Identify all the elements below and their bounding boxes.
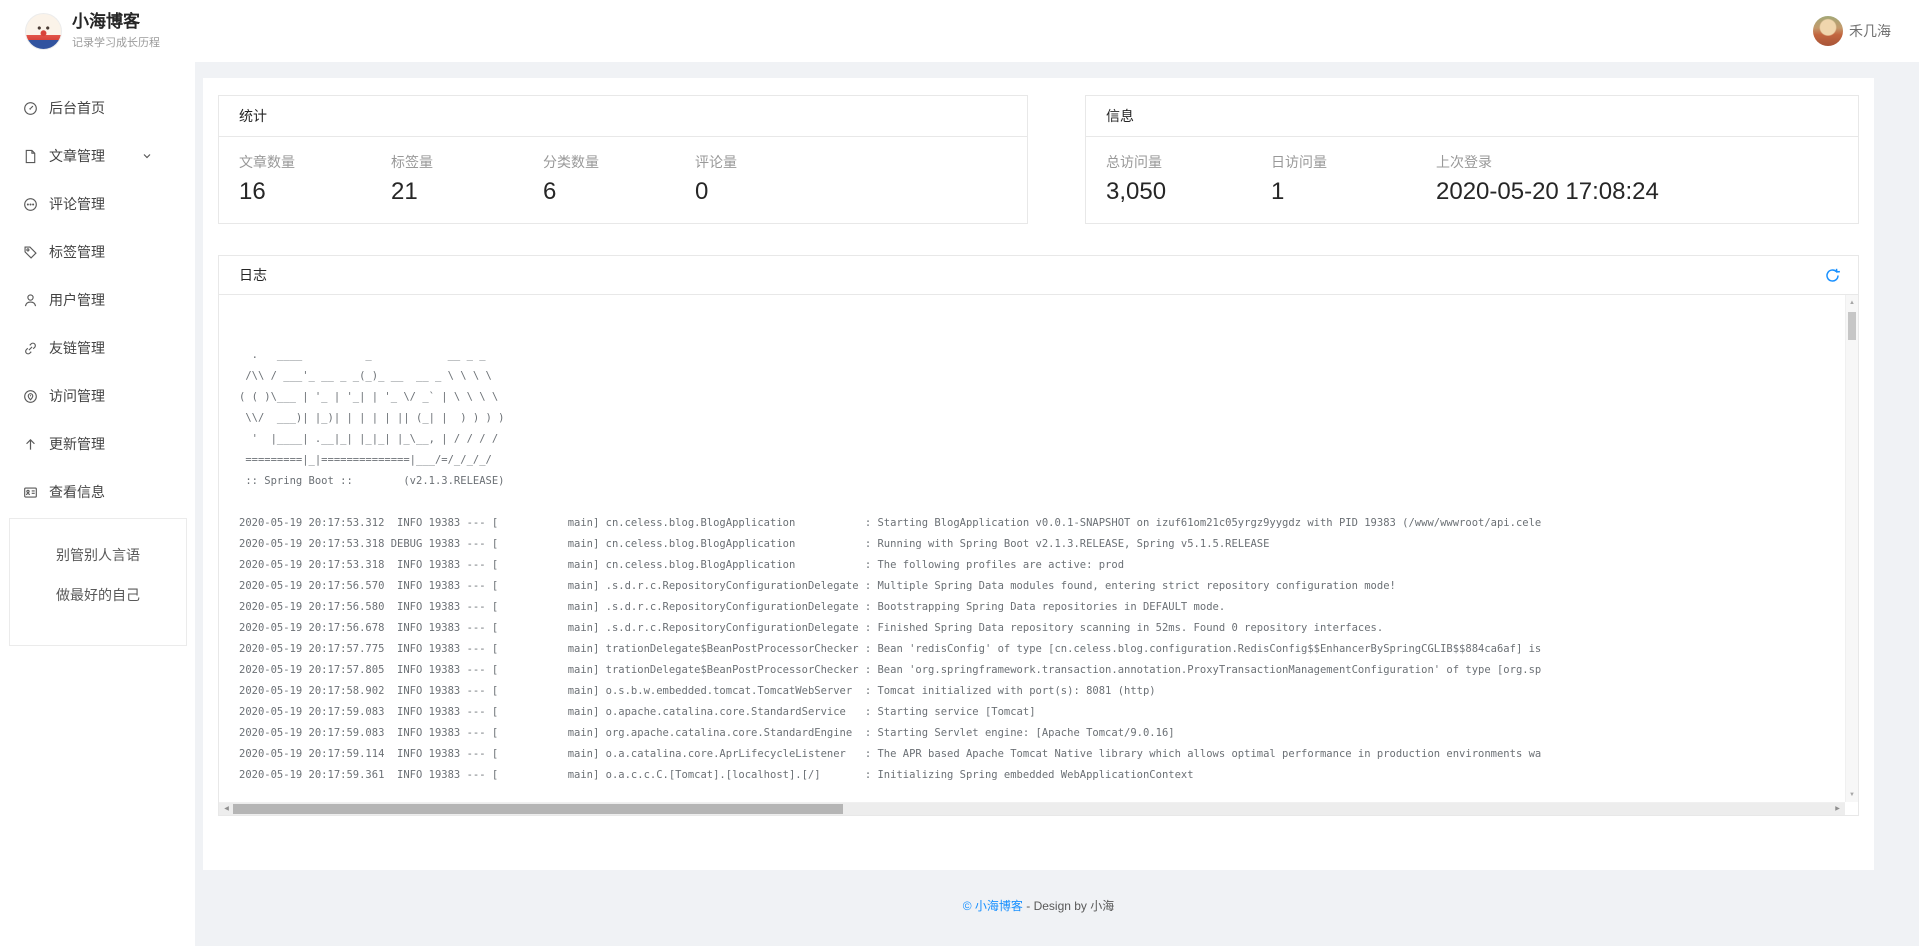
motto-line: 别管别人言语	[10, 545, 186, 565]
stat-article-count: 文章数量 16	[239, 152, 391, 206]
sidebar-item-view-info[interactable]: 查看信息	[0, 468, 195, 516]
top-cards-row: 统计 文章数量 16 标签量 21 分类数量 6	[218, 95, 1859, 224]
sidebar-item-label: 标签管理	[49, 242, 105, 262]
arrow-up-icon	[23, 437, 38, 452]
site-logo-icon	[25, 13, 62, 50]
footer-site-link[interactable]: © 小海博客	[963, 899, 1023, 913]
user-avatar	[1813, 16, 1843, 46]
idcard-icon	[23, 485, 38, 500]
info-card-body: 总访问量 3,050 日访问量 1 上次登录 2020-05-20 17:08:…	[1086, 137, 1858, 223]
stat-label: 标签量	[391, 152, 543, 172]
sidebar-item-comments[interactable]: 评论管理	[0, 180, 195, 228]
info-label: 日访问量	[1271, 152, 1436, 172]
sidebar-item-tags[interactable]: 标签管理	[0, 228, 195, 276]
tag-icon	[23, 245, 38, 260]
sidebar-item-label: 文章管理	[49, 146, 105, 166]
sidebar-menu: 后台首页 文章管理 评论管理	[0, 62, 195, 516]
stat-label: 文章数量	[239, 152, 391, 172]
sidebar-item-label: 友链管理	[49, 338, 105, 358]
log-card-header: 日志	[219, 256, 1858, 295]
log-vertical-scrollbar[interactable]: ▲ ▼	[1845, 295, 1858, 802]
footer-text: - Design by 小海	[1023, 899, 1114, 913]
stats-card: 统计 文章数量 16 标签量 21 分类数量 6	[218, 95, 1028, 224]
info-last-login: 上次登录 2020-05-20 17:08:24	[1436, 152, 1659, 206]
sidebar-item-dashboard[interactable]: 后台首页	[0, 84, 195, 132]
stat-value: 21	[391, 178, 543, 206]
stat-value: 6	[543, 178, 695, 206]
sidebar-item-label: 后台首页	[49, 98, 105, 118]
file-text-icon	[23, 149, 38, 164]
scroll-up-arrow-icon[interactable]: ▲	[1846, 296, 1858, 309]
page-layout: 后台首页 文章管理 评论管理	[0, 62, 1919, 946]
log-card: 日志 . ____ _ __ _ _ /\\ / ___'_ __ _ _(_)…	[218, 255, 1859, 816]
log-viewer: . ____ _ __ _ _ /\\ / ___'_ __ _ _(_)_ _…	[219, 295, 1858, 815]
info-card-title: 信息	[1086, 96, 1858, 137]
compass-icon	[23, 389, 38, 404]
refresh-icon	[1824, 267, 1841, 284]
info-value: 3,050	[1106, 178, 1271, 206]
vertical-scroll-thumb[interactable]	[1848, 312, 1856, 340]
motto-box: 别管别人言语 做最好的自己	[9, 518, 187, 646]
site-subtitle: 记录学习成长历程	[72, 34, 160, 50]
info-value: 1	[1271, 178, 1436, 206]
info-value: 2020-05-20 17:08:24	[1436, 178, 1659, 206]
comment-icon	[23, 197, 38, 212]
page-footer: © 小海博客 - Design by 小海	[203, 897, 1874, 914]
log-horizontal-scrollbar[interactable]: ◀ ▶	[219, 802, 1845, 815]
dashboard-icon	[23, 101, 38, 116]
stat-tag-count: 标签量 21	[391, 152, 543, 206]
refresh-button[interactable]	[1821, 264, 1844, 287]
content-panel: 统计 文章数量 16 标签量 21 分类数量 6	[203, 78, 1874, 870]
info-label: 上次登录	[1436, 152, 1659, 172]
log-output: . ____ _ __ _ _ /\\ / ___'_ __ _ _(_)_ _…	[219, 295, 1779, 802]
brand-text: 小海博客 记录学习成长历程	[72, 12, 160, 50]
sidebar: 后台首页 文章管理 评论管理	[0, 62, 195, 946]
horizontal-scroll-thumb[interactable]	[233, 804, 843, 814]
info-daily-visits: 日访问量 1	[1271, 152, 1436, 206]
log-card-title: 日志	[239, 265, 267, 285]
sidebar-item-label: 用户管理	[49, 290, 105, 310]
site-title: 小海博客	[72, 12, 160, 31]
user-menu[interactable]: 禾几海	[1813, 16, 1891, 46]
sidebar-item-updates[interactable]: 更新管理	[0, 420, 195, 468]
brand: 小海博客 记录学习成长历程	[25, 12, 160, 50]
info-card: 信息 总访问量 3,050 日访问量 1 上次登录 2020-05-20 17:	[1085, 95, 1859, 224]
sidebar-item-label: 访问管理	[49, 386, 105, 406]
sidebar-item-friend-links[interactable]: 友链管理	[0, 324, 195, 372]
stat-value: 0	[695, 178, 847, 206]
stat-value: 16	[239, 178, 391, 206]
sidebar-item-label: 查看信息	[49, 482, 105, 502]
main-content: 统计 文章数量 16 标签量 21 分类数量 6	[195, 62, 1919, 946]
chevron-down-icon	[141, 149, 153, 165]
app-header: 小海博客 记录学习成长历程 禾几海	[0, 0, 1919, 62]
sidebar-item-visits[interactable]: 访问管理	[0, 372, 195, 420]
sidebar-item-articles[interactable]: 文章管理	[0, 132, 195, 180]
scroll-down-arrow-icon[interactable]: ▼	[1846, 788, 1858, 801]
info-total-visits: 总访问量 3,050	[1106, 152, 1271, 206]
user-icon	[23, 293, 38, 308]
stat-category-count: 分类数量 6	[543, 152, 695, 206]
stat-label: 评论量	[695, 152, 847, 172]
stat-comment-count: 评论量 0	[695, 152, 847, 206]
sidebar-item-label: 更新管理	[49, 434, 105, 454]
stats-card-title: 统计	[219, 96, 1027, 137]
info-label: 总访问量	[1106, 152, 1271, 172]
stats-card-body: 文章数量 16 标签量 21 分类数量 6 评论量	[219, 137, 1027, 223]
link-icon	[23, 341, 38, 356]
sidebar-item-label: 评论管理	[49, 194, 105, 214]
scroll-left-arrow-icon[interactable]: ◀	[220, 803, 233, 815]
user-name: 禾几海	[1849, 21, 1891, 41]
stat-label: 分类数量	[543, 152, 695, 172]
sidebar-item-users[interactable]: 用户管理	[0, 276, 195, 324]
scroll-right-arrow-icon[interactable]: ▶	[1831, 803, 1844, 815]
motto-line: 做最好的自己	[10, 585, 186, 605]
